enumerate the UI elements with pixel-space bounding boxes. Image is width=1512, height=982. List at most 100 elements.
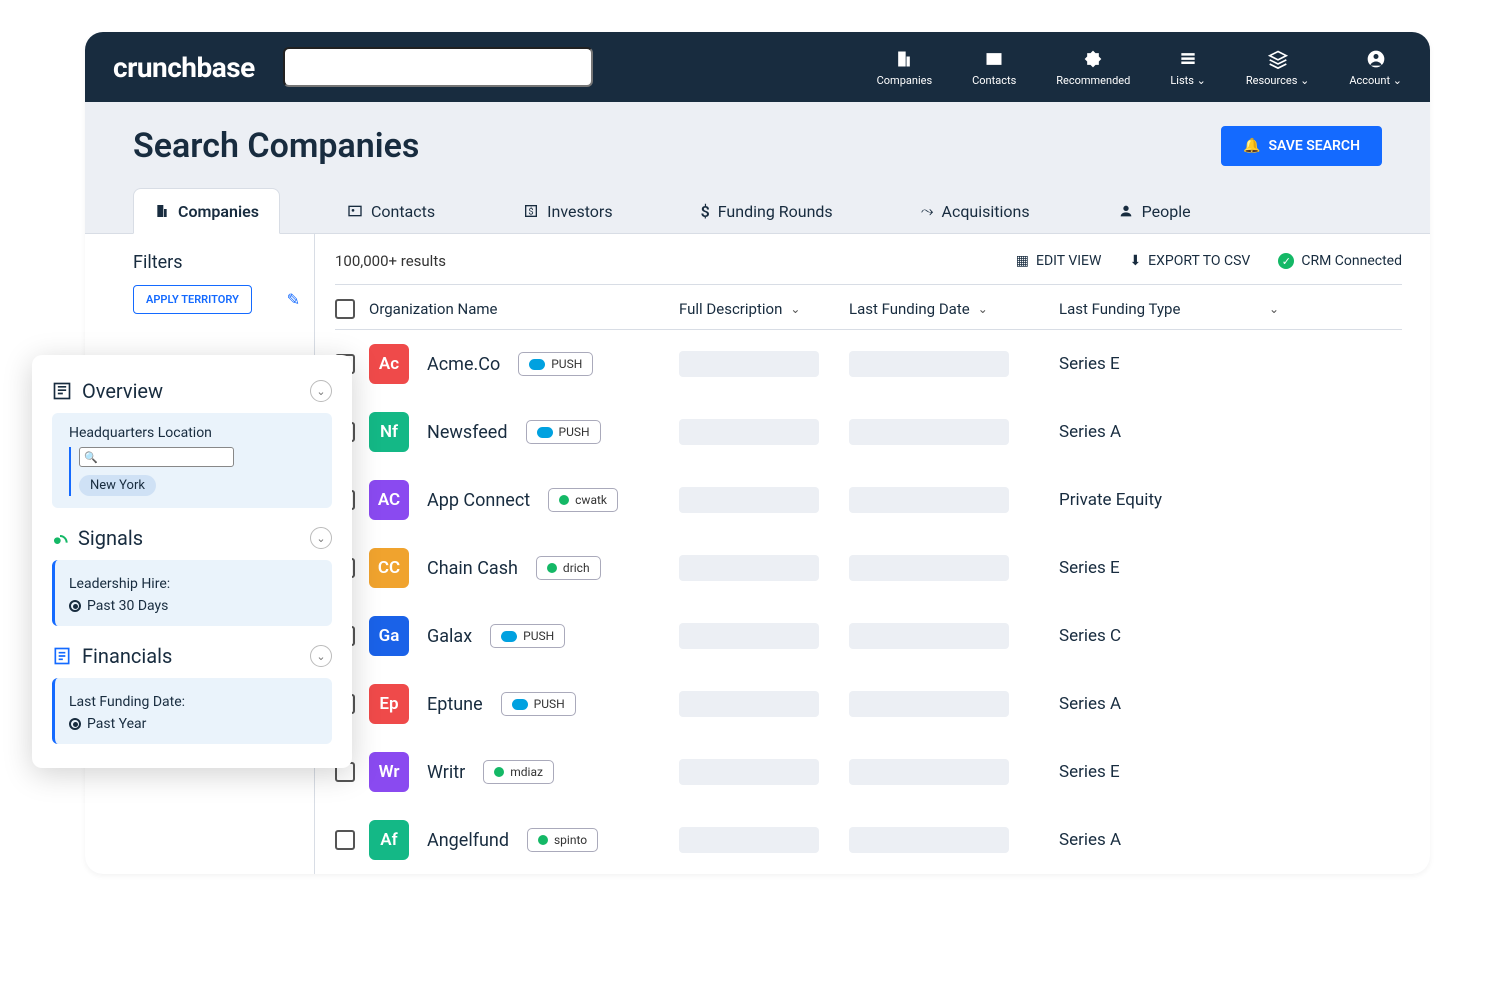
org-name[interactable]: Newsfeed xyxy=(427,422,508,443)
search-icon: 🔍 xyxy=(84,451,98,464)
chevron-down-icon[interactable]: ⌄ xyxy=(310,527,332,549)
chevron-down-icon[interactable]: ⌄ xyxy=(790,302,800,316)
global-search-input[interactable] xyxy=(283,47,593,87)
funding-type: Series A xyxy=(1059,694,1121,714)
edit-icon[interactable]: ✎ xyxy=(287,290,300,309)
signals-section-header[interactable]: Signals ⌄ xyxy=(52,526,332,550)
date-placeholder xyxy=(849,827,1009,853)
org-name[interactable]: Acme.Co xyxy=(427,354,500,375)
org-name[interactable]: Chain Cash xyxy=(427,558,518,579)
date-placeholder xyxy=(849,691,1009,717)
chevron-down-icon: ⌄ xyxy=(1197,74,1206,87)
filters-title: Filters xyxy=(133,252,314,273)
overview-section-header[interactable]: Overview ⌄ xyxy=(52,379,332,403)
nav-resources[interactable]: Resources ⌄ xyxy=(1246,48,1309,87)
nav-contacts[interactable]: Contacts xyxy=(972,48,1016,87)
tab-acquisitions[interactable]: ⤳ Acquisitions xyxy=(900,188,1051,233)
funding-type: Series E xyxy=(1059,762,1120,782)
hq-search-input[interactable]: 🔍 xyxy=(79,447,234,467)
org-name[interactable]: Writr xyxy=(427,762,465,783)
building-icon xyxy=(893,48,915,70)
org-logo[interactable]: Ga xyxy=(369,616,409,656)
org-logo[interactable]: Ac xyxy=(369,344,409,384)
crm-badge[interactable]: PUSH xyxy=(490,624,565,648)
nav-recommended[interactable]: Recommended xyxy=(1056,48,1130,87)
badge-text: PUSH xyxy=(523,629,554,643)
check-dot-icon xyxy=(494,767,504,777)
org-logo[interactable]: Nf xyxy=(369,412,409,452)
col-date[interactable]: Last Funding Date xyxy=(849,300,970,318)
org-name[interactable]: Eptune xyxy=(427,694,483,715)
search-tabs: Companies Contacts $ Investors $ Funding… xyxy=(85,166,1430,234)
crm-badge[interactable]: mdiaz xyxy=(483,760,554,784)
tab-contacts[interactable]: Contacts xyxy=(326,188,456,233)
logo[interactable]: crunchbase xyxy=(113,51,255,84)
crm-badge[interactable]: PUSH xyxy=(526,420,601,444)
table-row: Nf Newsfeed PUSH Series A xyxy=(335,398,1402,466)
merge-icon: ⤳ xyxy=(921,201,934,221)
radio-selected-icon[interactable] xyxy=(69,600,81,612)
org-logo[interactable]: AC xyxy=(369,480,409,520)
chevron-down-icon[interactable]: ⌄ xyxy=(978,302,988,316)
col-desc[interactable]: Full Description xyxy=(679,300,782,318)
nav-account[interactable]: Account ⌄ xyxy=(1349,48,1402,87)
radio-selected-icon[interactable] xyxy=(69,718,81,730)
nav-companies[interactable]: Companies xyxy=(877,48,933,87)
chevron-down-icon[interactable]: ⌄ xyxy=(1269,302,1279,316)
org-name[interactable]: App Connect xyxy=(427,490,530,511)
svg-text:$: $ xyxy=(529,206,534,217)
select-all-checkbox[interactable] xyxy=(335,299,355,319)
hq-chip[interactable]: New York xyxy=(79,475,156,496)
description-placeholder xyxy=(679,419,819,445)
check-circle-icon: ✓ xyxy=(1278,253,1294,269)
org-logo[interactable]: CC xyxy=(369,548,409,588)
crm-badge[interactable]: cwatk xyxy=(548,488,618,512)
apply-territory-button[interactable]: APPLY TERRITORY xyxy=(133,285,252,314)
salesforce-icon xyxy=(512,699,528,710)
org-logo[interactable]: Af xyxy=(369,820,409,860)
crm-badge[interactable]: PUSH xyxy=(501,692,576,716)
financials-section-header[interactable]: Financials ⌄ xyxy=(52,644,332,668)
crm-badge[interactable]: spinto xyxy=(527,828,598,852)
tab-label: Funding Rounds xyxy=(718,202,833,221)
badge-text: cwatk xyxy=(575,493,607,507)
row-checkbox[interactable] xyxy=(335,830,355,850)
tab-people[interactable]: People xyxy=(1097,188,1212,233)
edit-view-button[interactable]: ▦ EDIT VIEW xyxy=(1016,253,1102,269)
tab-investors[interactable]: $ Investors xyxy=(502,188,633,233)
export-csv-button[interactable]: ⬇ EXPORT TO CSV xyxy=(1129,253,1250,269)
table-row: ACApp ConnectcwatkPrivate Equity xyxy=(335,466,1402,534)
org-logo[interactable]: Ep xyxy=(369,684,409,724)
crm-badge[interactable]: drich xyxy=(536,556,601,580)
chevron-down-icon[interactable]: ⌄ xyxy=(310,380,332,402)
check-dot-icon xyxy=(559,495,569,505)
badge-text: PUSH xyxy=(559,425,590,439)
org-name[interactable]: Galax xyxy=(427,626,472,647)
badge-text: PUSH xyxy=(534,697,565,711)
save-search-button[interactable]: 🔔 SAVE SEARCH xyxy=(1221,126,1382,166)
chevron-down-icon[interactable]: ⌄ xyxy=(310,645,332,667)
description-placeholder xyxy=(679,487,819,513)
nav-lists[interactable]: Lists ⌄ xyxy=(1170,48,1206,87)
funding-type: Series C xyxy=(1059,626,1121,646)
save-label: SAVE SEARCH xyxy=(1268,138,1360,154)
nav-label: Account ⌄ xyxy=(1349,74,1402,87)
description-placeholder xyxy=(679,351,819,377)
description-placeholder xyxy=(679,623,819,649)
table-row: Wr Writr mdiaz Series E xyxy=(335,738,1402,806)
action-label: EDIT VIEW xyxy=(1036,253,1101,269)
tab-companies[interactable]: Companies xyxy=(133,188,280,234)
col-org[interactable]: Organization Name xyxy=(369,300,497,318)
tab-funding-rounds[interactable]: $ Funding Rounds xyxy=(680,188,854,233)
action-label: EXPORT TO CSV xyxy=(1148,253,1250,269)
results-count: 100,000+ results xyxy=(335,252,446,270)
org-name[interactable]: Angelfund xyxy=(427,830,509,851)
org-logo[interactable]: Wr xyxy=(369,752,409,792)
description-placeholder xyxy=(679,691,819,717)
crm-badge[interactable]: PUSH xyxy=(518,352,593,376)
date-placeholder xyxy=(849,487,1009,513)
description-placeholder xyxy=(679,555,819,581)
funding-type: Series A xyxy=(1059,422,1121,442)
hq-label: Headquarters Location xyxy=(69,425,318,441)
col-type[interactable]: Last Funding Type xyxy=(1059,300,1180,318)
